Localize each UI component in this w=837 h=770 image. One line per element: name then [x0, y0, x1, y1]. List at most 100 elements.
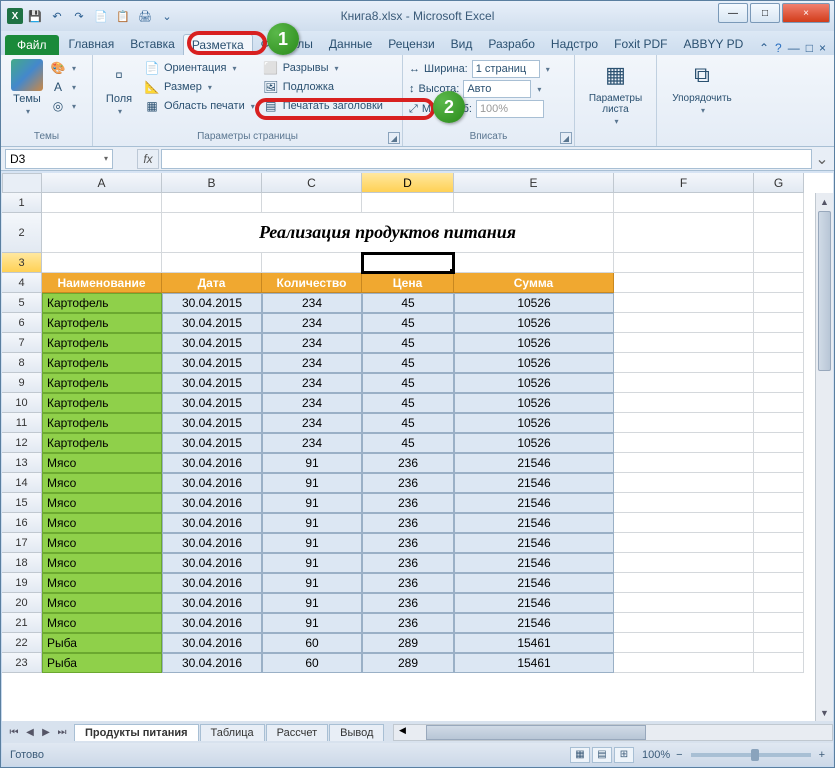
cell[interactable]: 234 — [262, 333, 362, 353]
cell[interactable]: 30.04.2016 — [162, 453, 262, 473]
zoom-slider[interactable] — [691, 753, 811, 757]
cell[interactable] — [614, 533, 754, 553]
cell[interactable]: 289 — [362, 653, 454, 673]
cell[interactable]: 30.04.2016 — [162, 473, 262, 493]
orientation-button[interactable]: 📄Ориентация▾ — [141, 59, 258, 77]
cell[interactable]: 30.04.2015 — [162, 353, 262, 373]
width-input[interactable]: 1 страниц — [472, 60, 540, 78]
row-header-17[interactable]: 17 — [2, 533, 42, 553]
row-header-4[interactable]: 4 — [2, 273, 42, 293]
cell[interactable]: 10526 — [454, 433, 614, 453]
row-header-21[interactable]: 21 — [2, 613, 42, 633]
qat-print-icon[interactable]: 🖨 — [135, 6, 155, 26]
cell[interactable] — [262, 193, 362, 213]
cell[interactable] — [754, 613, 804, 633]
row-header-18[interactable]: 18 — [2, 553, 42, 573]
row-header-20[interactable]: 20 — [2, 593, 42, 613]
cell[interactable]: 60 — [262, 653, 362, 673]
cell[interactable]: 91 — [262, 473, 362, 493]
cell[interactable]: 30.04.2016 — [162, 513, 262, 533]
qat-redo-icon[interactable]: ↷ — [69, 6, 89, 26]
cell[interactable] — [614, 393, 754, 413]
row-header-22[interactable]: 22 — [2, 633, 42, 653]
cell[interactable]: Количество — [262, 273, 362, 293]
normal-view-icon[interactable]: ▦ — [570, 747, 590, 763]
cell[interactable]: 10526 — [454, 333, 614, 353]
cell[interactable] — [754, 433, 804, 453]
row-header-13[interactable]: 13 — [2, 453, 42, 473]
zoom-in-icon[interactable]: + — [819, 749, 825, 761]
cell[interactable] — [614, 353, 754, 373]
cell[interactable] — [754, 553, 804, 573]
tab-nav-prev-icon[interactable]: ◀ — [22, 727, 38, 738]
cell[interactable] — [614, 333, 754, 353]
cell[interactable]: 236 — [362, 613, 454, 633]
cell[interactable]: Мясо — [42, 493, 162, 513]
cell[interactable] — [754, 313, 804, 333]
row-header-14[interactable]: 14 — [2, 473, 42, 493]
cell[interactable] — [754, 273, 804, 293]
cell[interactable] — [42, 193, 162, 213]
cell[interactable]: 234 — [262, 293, 362, 313]
row-header-15[interactable]: 15 — [2, 493, 42, 513]
cell[interactable]: 234 — [262, 313, 362, 333]
cell[interactable]: 234 — [262, 413, 362, 433]
cell[interactable]: 91 — [262, 533, 362, 553]
cell[interactable]: 91 — [262, 573, 362, 593]
cell[interactable]: Сумма — [454, 273, 614, 293]
scale-input[interactable]: 100% — [476, 100, 544, 118]
cell[interactable]: 45 — [362, 353, 454, 373]
column-header-D[interactable]: D — [362, 173, 454, 193]
ribbon-minimize-icon[interactable]: ⌃ — [759, 41, 769, 55]
row-header-7[interactable]: 7 — [2, 333, 42, 353]
cell[interactable]: 30.04.2016 — [162, 553, 262, 573]
cell[interactable] — [614, 293, 754, 313]
row-header-10[interactable]: 10 — [2, 393, 42, 413]
cell[interactable]: Мясо — [42, 553, 162, 573]
cell[interactable] — [754, 493, 804, 513]
cell[interactable] — [162, 253, 262, 273]
cell[interactable]: Картофель — [42, 373, 162, 393]
cell[interactable]: 45 — [362, 333, 454, 353]
cell[interactable]: 91 — [262, 493, 362, 513]
row-header-12[interactable]: 12 — [2, 433, 42, 453]
cell[interactable]: Мясо — [42, 593, 162, 613]
ribbon-tab-8[interactable]: Надстро — [543, 34, 606, 55]
row-header-1[interactable]: 1 — [2, 193, 42, 213]
qat-save-icon[interactable]: 💾 — [25, 6, 45, 26]
cell[interactable]: 21546 — [454, 613, 614, 633]
sheet-options-button[interactable]: ▦ Параметры листа▾ — [581, 57, 650, 128]
cell[interactable]: 30.04.2015 — [162, 293, 262, 313]
cell[interactable]: 30.04.2015 — [162, 413, 262, 433]
row-header-6[interactable]: 6 — [2, 313, 42, 333]
doc-min-icon[interactable]: — — [788, 41, 800, 55]
cell[interactable] — [614, 613, 754, 633]
cell[interactable]: Рыба — [42, 633, 162, 653]
cell[interactable] — [614, 453, 754, 473]
cell[interactable]: 10526 — [454, 393, 614, 413]
cell[interactable]: 21546 — [454, 573, 614, 593]
cell[interactable]: Картофель — [42, 293, 162, 313]
cell[interactable] — [614, 553, 754, 573]
cell[interactable]: 236 — [362, 573, 454, 593]
zoom-value[interactable]: 100% — [642, 749, 670, 761]
cell[interactable] — [454, 193, 614, 213]
cell[interactable]: 289 — [362, 633, 454, 653]
doc-max-icon[interactable]: □ — [806, 41, 813, 55]
cell[interactable]: 236 — [362, 533, 454, 553]
cell[interactable]: 21546 — [454, 453, 614, 473]
cell[interactable]: 30.04.2016 — [162, 593, 262, 613]
scale-launcher[interactable]: ◢ — [560, 132, 572, 144]
page-layout-view-icon[interactable]: ▤ — [592, 747, 612, 763]
size-button[interactable]: 📐Размер▾ — [141, 78, 258, 96]
cell[interactable] — [162, 193, 262, 213]
scroll-thumb[interactable] — [818, 211, 831, 371]
cell[interactable]: Мясо — [42, 573, 162, 593]
cell[interactable] — [754, 653, 804, 673]
cell[interactable]: 236 — [362, 593, 454, 613]
zoom-out-icon[interactable]: − — [676, 749, 682, 761]
column-header-C[interactable]: C — [262, 173, 362, 193]
column-header-A[interactable]: A — [42, 173, 162, 193]
qat-undo-icon[interactable]: ↶ — [47, 6, 67, 26]
row-header-5[interactable]: 5 — [2, 293, 42, 313]
